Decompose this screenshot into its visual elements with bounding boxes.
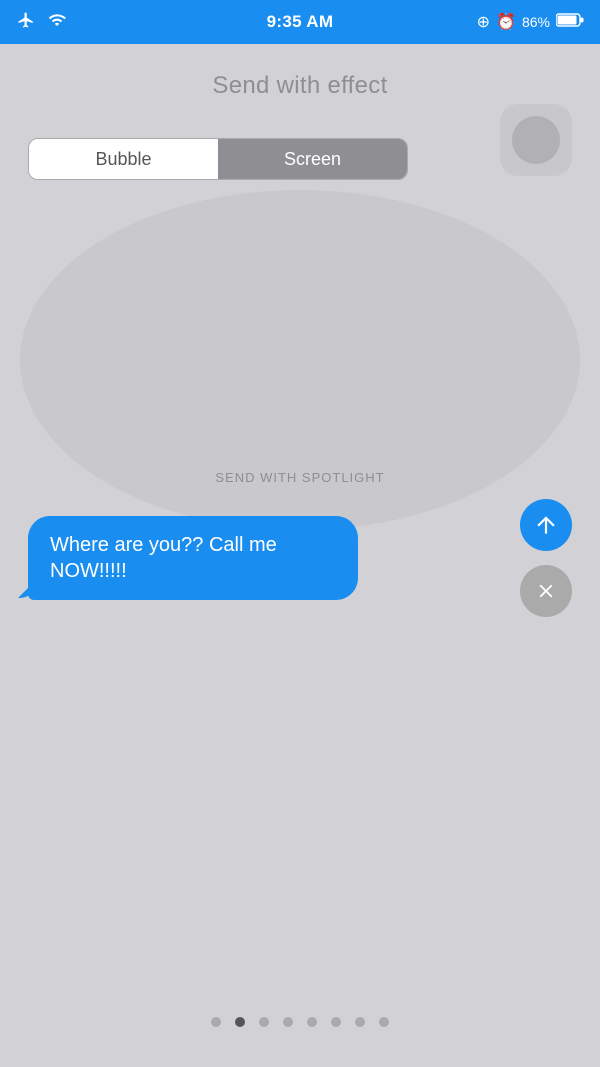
status-left-icons xyxy=(16,11,68,34)
wifi-icon xyxy=(46,11,68,34)
dot-5[interactable] xyxy=(307,1017,317,1027)
message-text: Where are you?? Call me NOW!!!!! xyxy=(50,534,277,582)
send-button[interactable] xyxy=(520,499,572,551)
alarm-icon: ⏰ xyxy=(496,12,516,32)
segment-control[interactable]: Bubble Screen xyxy=(28,138,408,180)
spotlight-label: SEND WITH SPOTLIGHT xyxy=(215,470,384,485)
tab-bubble[interactable]: Bubble xyxy=(29,139,218,179)
cancel-button[interactable] xyxy=(520,565,572,617)
battery-icon xyxy=(556,13,584,32)
dot-2[interactable] xyxy=(235,1017,245,1027)
main-content: Send with effect Bubble Screen SEND WITH… xyxy=(0,44,600,1067)
spotlight-section: SEND WITH SPOTLIGHT Where are you?? Call… xyxy=(0,470,600,617)
battery-percent: 86% xyxy=(522,14,550,30)
status-time: 9:35 AM xyxy=(267,12,334,32)
message-bubble: Where are you?? Call me NOW!!!!! xyxy=(28,516,358,600)
dot-8[interactable] xyxy=(379,1017,389,1027)
status-bar: 9:35 AM ⊕ ⏰ 86% xyxy=(0,0,600,44)
airplane-icon xyxy=(16,11,36,34)
pagination-dots xyxy=(211,1017,389,1027)
tab-screen[interactable]: Screen xyxy=(218,139,407,179)
dot-7[interactable] xyxy=(355,1017,365,1027)
message-row: Where are you?? Call me NOW!!!!! xyxy=(0,499,600,617)
action-buttons xyxy=(520,499,572,617)
dot-1[interactable] xyxy=(211,1017,221,1027)
send-preview-button[interactable] xyxy=(500,104,572,176)
dot-6[interactable] xyxy=(331,1017,341,1027)
send-preview-inner-circle xyxy=(512,116,560,164)
dot-3[interactable] xyxy=(259,1017,269,1027)
dot-4[interactable] xyxy=(283,1017,293,1027)
lock-icon: ⊕ xyxy=(477,12,490,32)
page-title: Send with effect xyxy=(212,72,387,100)
status-right-icons: ⊕ ⏰ 86% xyxy=(477,12,584,32)
